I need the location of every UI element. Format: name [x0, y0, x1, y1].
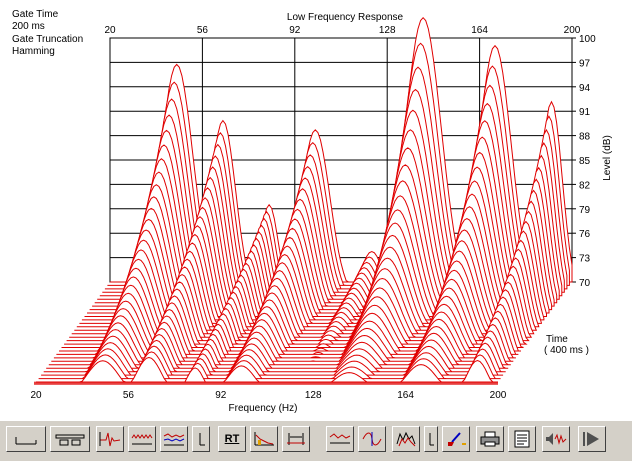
- slider-button[interactable]: [50, 426, 90, 452]
- overlay-curve-icon: [329, 433, 351, 444]
- y-tick-label: 88: [579, 132, 591, 143]
- waterfall-chart: 20 56 92 128 164 200 100 97 94 91 88 85 82 79 76 73 70 2…: [30, 12, 613, 414]
- gate-window-button[interactable]: [282, 426, 310, 452]
- color-brush-icon: [448, 432, 466, 446]
- step-response-button[interactable]: [128, 426, 156, 452]
- impulse-response-button[interactable]: [96, 426, 124, 452]
- phase-button[interactable]: [358, 426, 386, 452]
- slider-icon: [55, 434, 85, 446]
- bottom-x-tick-label: 56: [123, 390, 135, 401]
- y-tick-label: 70: [579, 278, 591, 289]
- bottom-x-tick-label: 128: [305, 390, 322, 401]
- marker-tool-button[interactable]: [192, 426, 210, 452]
- chart-title: Low Frequency Response: [287, 12, 404, 23]
- waterfall-slices: [36, 16, 573, 383]
- decay-button[interactable]: [250, 426, 278, 452]
- rt-label: RT: [224, 433, 240, 445]
- y-tick-label: 76: [579, 229, 591, 240]
- x-axis-title: Frequency (Hz): [229, 403, 298, 414]
- gate-truncation-label: Gate Truncation: [12, 34, 84, 45]
- bottom-x-tick-label: 92: [215, 390, 227, 401]
- decay-icon: [254, 432, 274, 446]
- waveform-icon: [131, 434, 153, 445]
- y-axis-title: Level (dB): [602, 135, 613, 181]
- y-tick-label: 73: [579, 254, 591, 265]
- top-x-tick-label: 92: [289, 25, 301, 36]
- play-audio-button[interactable]: [542, 426, 570, 452]
- top-x-tick-label: 128: [379, 25, 396, 36]
- axis-view-button[interactable]: [6, 426, 46, 452]
- y-tick-label: 85: [579, 156, 591, 167]
- forward-arrow-icon: [583, 432, 599, 446]
- frequency-response-button[interactable]: [160, 426, 188, 452]
- waterfall-button[interactable]: [392, 426, 420, 452]
- y-tick-label: 94: [579, 83, 591, 94]
- y-tick-label: 91: [579, 107, 591, 118]
- color-palette-button[interactable]: [442, 426, 470, 452]
- y-tick-label: 79: [579, 205, 591, 216]
- print-button[interactable]: [476, 426, 504, 452]
- marker-icon: [199, 433, 205, 446]
- top-x-tick-label: 56: [197, 25, 209, 36]
- printer-icon: [480, 431, 500, 447]
- next-button[interactable]: [578, 426, 606, 452]
- gate-time-value: 200 ms: [12, 21, 45, 32]
- top-x-tick-label: 20: [104, 25, 116, 36]
- y-tick-label: 82: [579, 180, 591, 191]
- impulse-icon: [99, 432, 121, 447]
- document-icon: [514, 430, 530, 448]
- gate-truncation-value: Hamming: [12, 46, 55, 57]
- cursor-button[interactable]: [424, 426, 438, 452]
- bottom-x-tick-label: 164: [397, 390, 414, 401]
- bottom-x-tick-label: 200: [490, 390, 507, 401]
- y-tick-label: 97: [579, 58, 591, 69]
- gate-time-label: Gate Time: [12, 9, 59, 20]
- rt-button[interactable]: RT: [218, 426, 246, 452]
- overlay-button[interactable]: [326, 426, 354, 452]
- waterfall-icon: [396, 431, 416, 447]
- multi-curve-icon: [163, 433, 185, 446]
- gate-icon: [287, 433, 305, 445]
- phase-icon: [362, 432, 382, 446]
- waterfall-plot-panel: 20 56 92 128 164 200 100 97 94 91 88 85 82 79 76 73 70 2…: [0, 0, 632, 420]
- floor-lines: 20 56 92 128 164 200: [30, 381, 507, 401]
- axis-icon: [15, 437, 37, 445]
- top-x-tick-label: 164: [471, 25, 488, 36]
- y-tick-label: 100: [579, 34, 596, 45]
- bottom-x-tick-label: 20: [30, 390, 42, 401]
- bottom-toolbar: RT: [0, 420, 632, 461]
- time-axis-title: Time: [546, 334, 568, 345]
- time-range-label: ( 400 ms ): [544, 345, 589, 356]
- cursor-icon: [429, 433, 434, 446]
- notes-button[interactable]: [508, 426, 536, 452]
- speaker-wave-icon: [546, 433, 567, 445]
